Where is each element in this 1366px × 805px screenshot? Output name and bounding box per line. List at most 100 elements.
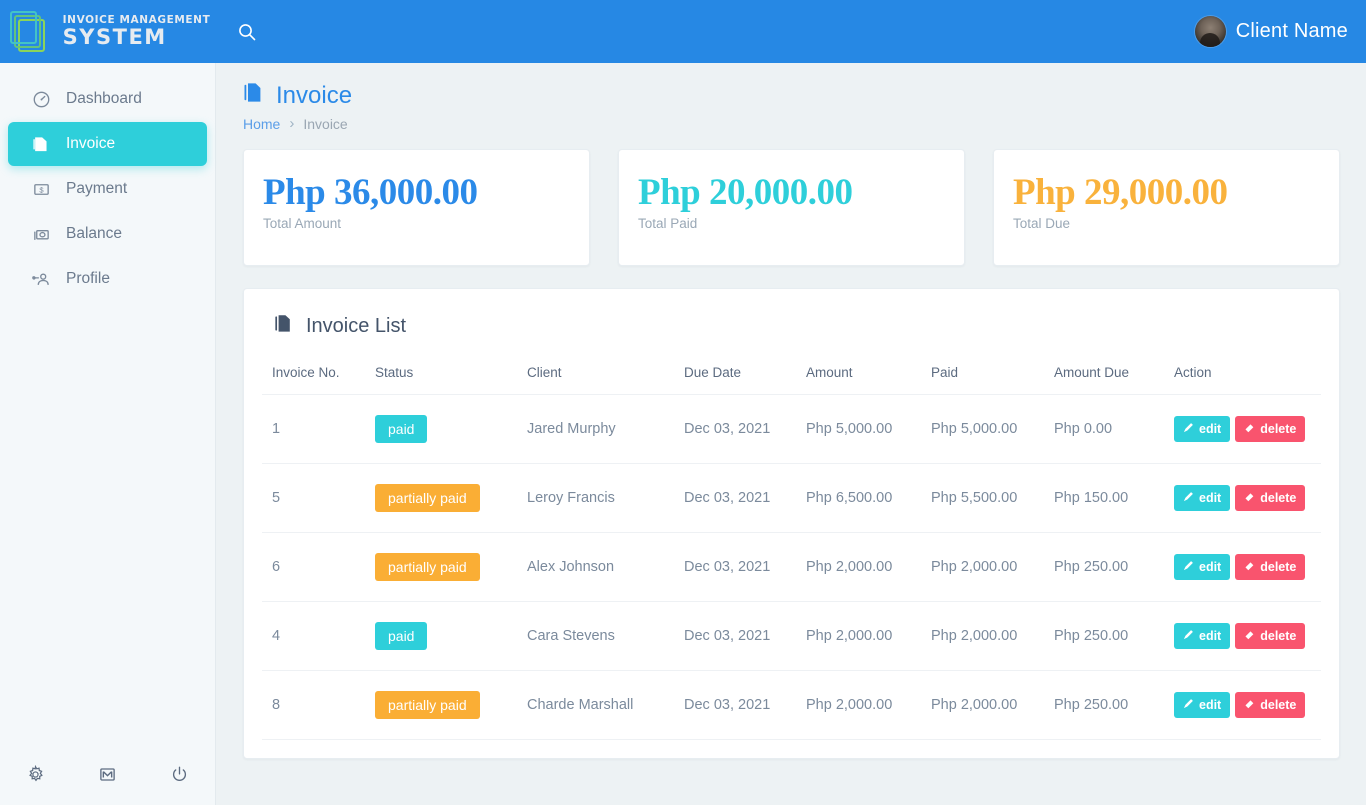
sidebar-item-balance[interactable]: Balance [8, 212, 207, 256]
edit-label: edit [1199, 559, 1222, 574]
edit-label: edit [1199, 490, 1222, 505]
sidebar-item-invoice[interactable]: Invoice [8, 122, 207, 166]
pencil-icon [1183, 698, 1194, 712]
pencil-icon [1183, 560, 1194, 574]
edit-label: edit [1199, 628, 1222, 643]
sidebar-item-label: Payment [66, 180, 128, 197]
status-badge: partially paid [375, 484, 480, 512]
edit-button[interactable]: edit [1174, 692, 1231, 718]
delete-button[interactable]: delete [1235, 554, 1306, 580]
delete-button[interactable]: delete [1235, 623, 1306, 649]
cell-invoice-no: 4 [262, 601, 365, 671]
cell-paid: Php 2,000.00 [921, 532, 1044, 602]
sidebar-item-payment[interactable]: $ Payment [8, 167, 207, 211]
sidebar-item-dashboard[interactable]: Dashboard [8, 77, 207, 121]
eraser-icon [1244, 698, 1255, 712]
sidebar-item-label: Profile [66, 270, 110, 287]
settings-button[interactable] [0, 764, 72, 789]
pencil-icon [1183, 629, 1194, 643]
invoice-list-title: Invoice List [306, 314, 407, 337]
cell-status: partially paid [365, 463, 517, 533]
document-icon [243, 81, 264, 111]
edit-button[interactable]: edit [1174, 554, 1231, 580]
cell-client: Charde Marshall [517, 670, 674, 740]
cell-action: edit delete [1164, 394, 1321, 464]
eraser-icon [1244, 629, 1255, 643]
column-header-client: Client [527, 365, 562, 380]
summary-card-total-paid: Php 20,000.00 Total Paid [618, 149, 965, 266]
top-bar: Client Name [216, 0, 1366, 63]
cell-action: edit delete [1164, 463, 1321, 533]
breadcrumb: Home › Invoice [243, 115, 1366, 132]
table-row[interactable]: 1 paid Jared Murphy Dec 03, 2021 Php 5,0… [262, 394, 1321, 464]
table-head: Invoice No. Status Client Due Date Amoun… [262, 357, 1321, 395]
delete-label: delete [1260, 697, 1297, 712]
cell-invoice-no: 6 [262, 532, 365, 602]
user-menu[interactable]: Client Name [1194, 16, 1366, 47]
cell-invoice-no: 8 [262, 670, 365, 740]
breadcrumb-home[interactable]: Home [243, 116, 280, 132]
brand-logo[interactable]: INVOICE MANAGEMENT SYSTEM [0, 0, 216, 63]
search-button[interactable] [216, 0, 278, 63]
cell-client: Cara Stevens [517, 601, 674, 671]
invoice-list-card: Invoice List Invoice No. Status Client D… [243, 288, 1340, 759]
eraser-icon [1244, 422, 1255, 436]
cell-amount: Php 5,000.00 [796, 394, 921, 464]
summary-card-total-amount: Php 36,000.00 Total Amount [243, 149, 590, 266]
table-row[interactable]: 5 partially paid Leroy Francis Dec 03, 2… [262, 463, 1321, 533]
cell-status: paid [365, 601, 517, 671]
cell-status: paid [365, 394, 517, 464]
delete-button[interactable]: delete [1235, 485, 1306, 511]
mail-button[interactable] [72, 766, 144, 788]
edit-label: edit [1199, 421, 1222, 436]
table-row[interactable]: 6 partially paid Alex Johnson Dec 03, 20… [262, 532, 1321, 602]
content-area: Php 36,000.00 Total Amount Php 20,000.00… [216, 132, 1366, 759]
power-button[interactable] [143, 765, 215, 789]
summary-card-total-due: Php 29,000.00 Total Due [993, 149, 1340, 266]
sidebar-item-label: Balance [66, 225, 123, 242]
status-badge: paid [375, 622, 428, 650]
column-header-due-date: Due Date [684, 365, 742, 380]
cell-amount-due: Php 0.00 [1044, 394, 1164, 464]
delete-button[interactable]: delete [1235, 692, 1306, 718]
user-name: Client Name [1235, 20, 1348, 42]
cell-paid: Php 5,500.00 [921, 463, 1044, 533]
summary-label: Total Paid [638, 216, 698, 231]
user-profile-icon [30, 270, 52, 289]
delete-label: delete [1260, 559, 1297, 574]
row-actions: edit delete [1174, 692, 1311, 718]
page-title-text: Invoice [276, 82, 353, 109]
summary-value: Php 29,000.00 [1013, 172, 1228, 213]
sidebar-item-profile[interactable]: Profile [8, 257, 207, 301]
delete-button[interactable]: delete [1235, 416, 1306, 442]
column-header-amount-due: Amount Due [1054, 365, 1130, 380]
document-icon [30, 135, 52, 154]
cell-status: partially paid [365, 532, 517, 602]
cell-paid: Php 2,000.00 [921, 670, 1044, 740]
cell-client: Alex Johnson [517, 532, 674, 602]
cell-amount: Php 2,000.00 [796, 670, 921, 740]
table-row[interactable]: 8 partially paid Charde Marshall Dec 03,… [262, 670, 1321, 740]
eraser-icon [1244, 560, 1255, 574]
status-badge: partially paid [375, 691, 480, 719]
gear-icon [26, 764, 45, 789]
search-icon [237, 22, 257, 42]
money-bill-icon: $ [30, 180, 52, 199]
app-root: INVOICE MANAGEMENT SYSTEM Client Name Da… [0, 0, 1366, 805]
avatar [1194, 16, 1226, 47]
cell-amount: Php 6,500.00 [796, 463, 921, 533]
document-icon [274, 313, 293, 339]
status-badge: paid [375, 415, 428, 443]
row-actions: edit delete [1174, 416, 1311, 442]
column-header-invoice-no: Invoice No. [272, 365, 340, 380]
sidebar-item-label: Dashboard [66, 90, 142, 107]
edit-button[interactable]: edit [1174, 623, 1231, 649]
edit-button[interactable]: edit [1174, 485, 1231, 511]
cash-stack-icon [30, 225, 52, 244]
edit-label: edit [1199, 697, 1222, 712]
cell-status: partially paid [365, 670, 517, 740]
table-row[interactable]: 4 paid Cara Stevens Dec 03, 2021 Php 2,0… [262, 601, 1321, 671]
brand-line2: SYSTEM [62, 24, 167, 49]
breadcrumb-current: Invoice [303, 115, 348, 132]
edit-button[interactable]: edit [1174, 416, 1231, 442]
